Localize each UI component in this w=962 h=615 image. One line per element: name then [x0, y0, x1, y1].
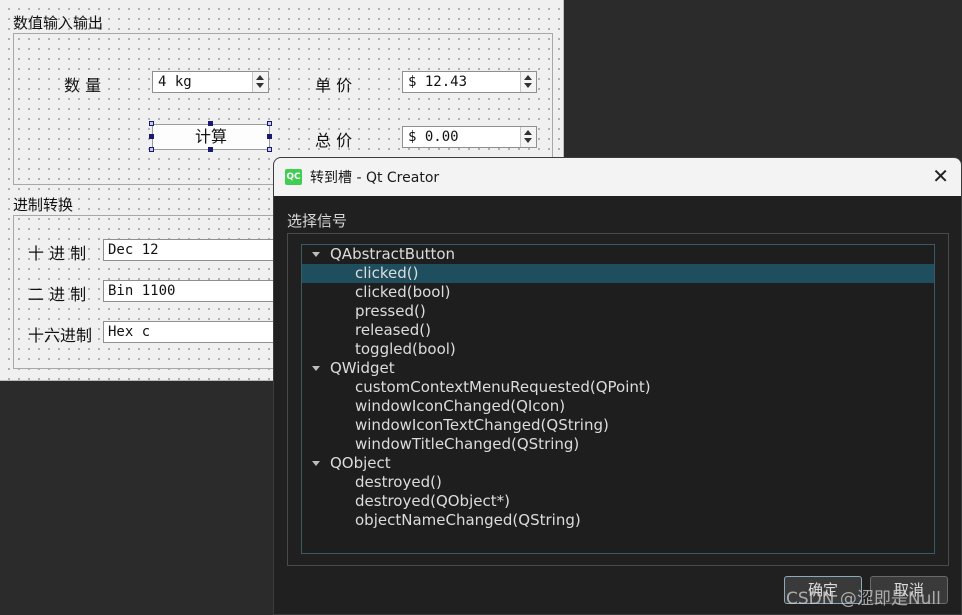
- tree-item-row[interactable]: windowIconChanged(QIcon): [302, 397, 934, 416]
- decimal-label: 十 进 制: [28, 244, 87, 263]
- tree-item-label: destroyed(QObject*): [355, 492, 510, 510]
- tree-item-label: clicked(bool): [355, 283, 451, 301]
- dialog-title: 转到槽 - Qt Creator: [310, 170, 440, 186]
- selection-handle[interactable]: [149, 121, 154, 126]
- tree-item-row[interactable]: windowTitleChanged(QString): [302, 435, 934, 454]
- binary-input[interactable]: Bin 1100: [103, 280, 293, 302]
- selection-handle[interactable]: [267, 147, 272, 152]
- hex-input[interactable]: Hex c: [103, 321, 293, 343]
- tree-item-row[interactable]: clicked(bool): [302, 283, 934, 302]
- tree-item-label: customContextMenuRequested(QPoint): [355, 378, 651, 396]
- tree-item-label: windowIconChanged(QIcon): [355, 397, 566, 415]
- quantity-spinbox[interactable]: 4 kg: [152, 71, 269, 93]
- tree-item-row[interactable]: pressed(): [302, 302, 934, 321]
- tree-item-label: toggled(bool): [355, 340, 456, 358]
- tree-item-row[interactable]: destroyed(): [302, 473, 934, 492]
- tree-group-label: QWidget: [330, 359, 395, 377]
- tree-item-row[interactable]: customContextMenuRequested(QPoint): [302, 378, 934, 397]
- tree-item-row[interactable]: windowIconTextChanged(QString): [302, 416, 934, 435]
- selection-handle[interactable]: [267, 121, 272, 126]
- selection-handle[interactable]: [208, 147, 213, 152]
- tree-item-row[interactable]: released(): [302, 321, 934, 340]
- tree-item-label: clicked(): [355, 264, 419, 282]
- unit-price-spinbox[interactable]: $ 12.43: [402, 71, 537, 93]
- quantity-value: 4 kg: [158, 74, 192, 90]
- tree-group-row[interactable]: QAbstractButton: [302, 245, 934, 264]
- spin-arrows-icon[interactable]: [520, 127, 536, 147]
- unit-price-label: 单 价: [315, 76, 353, 95]
- selection-handle[interactable]: [149, 134, 154, 139]
- tree-item-row-selected[interactable]: clicked(): [302, 264, 934, 283]
- total-price-label: 总 价: [315, 131, 353, 150]
- tree-item-label: pressed(): [355, 302, 426, 320]
- csdn-watermark: CSDN @涩即是Null: [786, 589, 941, 609]
- signal-tree[interactable]: QAbstractButton clicked() clicked(bool) …: [301, 244, 935, 554]
- qt-creator-logo-icon: QC: [285, 169, 302, 185]
- tree-item-label: windowTitleChanged(QString): [355, 435, 580, 453]
- expand-caret-icon[interactable]: [312, 366, 320, 371]
- group-title-radix: 进制转换: [13, 196, 74, 214]
- decimal-input[interactable]: Dec 12: [103, 239, 293, 261]
- total-price-value: $ 0.00: [408, 129, 459, 145]
- tree-group-label: QAbstractButton: [330, 245, 456, 263]
- unit-price-value: $ 12.43: [408, 74, 468, 90]
- dialog-titlebar[interactable]: QC 转到槽 - Qt Creator ✕: [274, 158, 961, 196]
- close-icon[interactable]: ✕: [932, 164, 949, 188]
- go-to-slot-dialog: QC 转到槽 - Qt Creator ✕ 选择信号 QAbstractButt…: [273, 157, 962, 615]
- tree-item-label: released(): [355, 321, 431, 339]
- selection-handle[interactable]: [149, 147, 154, 152]
- tree-group-row[interactable]: QWidget: [302, 359, 934, 378]
- tree-item-row[interactable]: objectNameChanged(QString): [302, 511, 934, 530]
- quantity-label: 数 量: [64, 76, 102, 95]
- tree-group-label: QObject: [330, 454, 391, 472]
- select-signal-label: 选择信号: [287, 212, 348, 230]
- expand-caret-icon[interactable]: [312, 252, 320, 257]
- selection-handle[interactable]: [208, 121, 213, 126]
- tree-item-row[interactable]: toggled(bool): [302, 340, 934, 359]
- hex-label: 十六进制: [28, 326, 93, 345]
- selection-handle[interactable]: [267, 134, 272, 139]
- spin-arrows-icon[interactable]: [520, 72, 536, 92]
- tree-item-row[interactable]: destroyed(QObject*): [302, 492, 934, 511]
- tree-item-label: windowIconTextChanged(QString): [355, 416, 609, 434]
- group-title-io: 数值输入输出: [13, 14, 104, 32]
- tree-group-row[interactable]: QObject: [302, 454, 934, 473]
- spin-arrows-icon[interactable]: [252, 72, 268, 92]
- expand-caret-icon[interactable]: [312, 461, 320, 466]
- total-price-spinbox[interactable]: $ 0.00: [402, 126, 537, 148]
- binary-label: 二 进 制: [28, 285, 87, 304]
- tree-item-label: destroyed(): [355, 473, 442, 491]
- tree-item-label: objectNameChanged(QString): [355, 511, 581, 529]
